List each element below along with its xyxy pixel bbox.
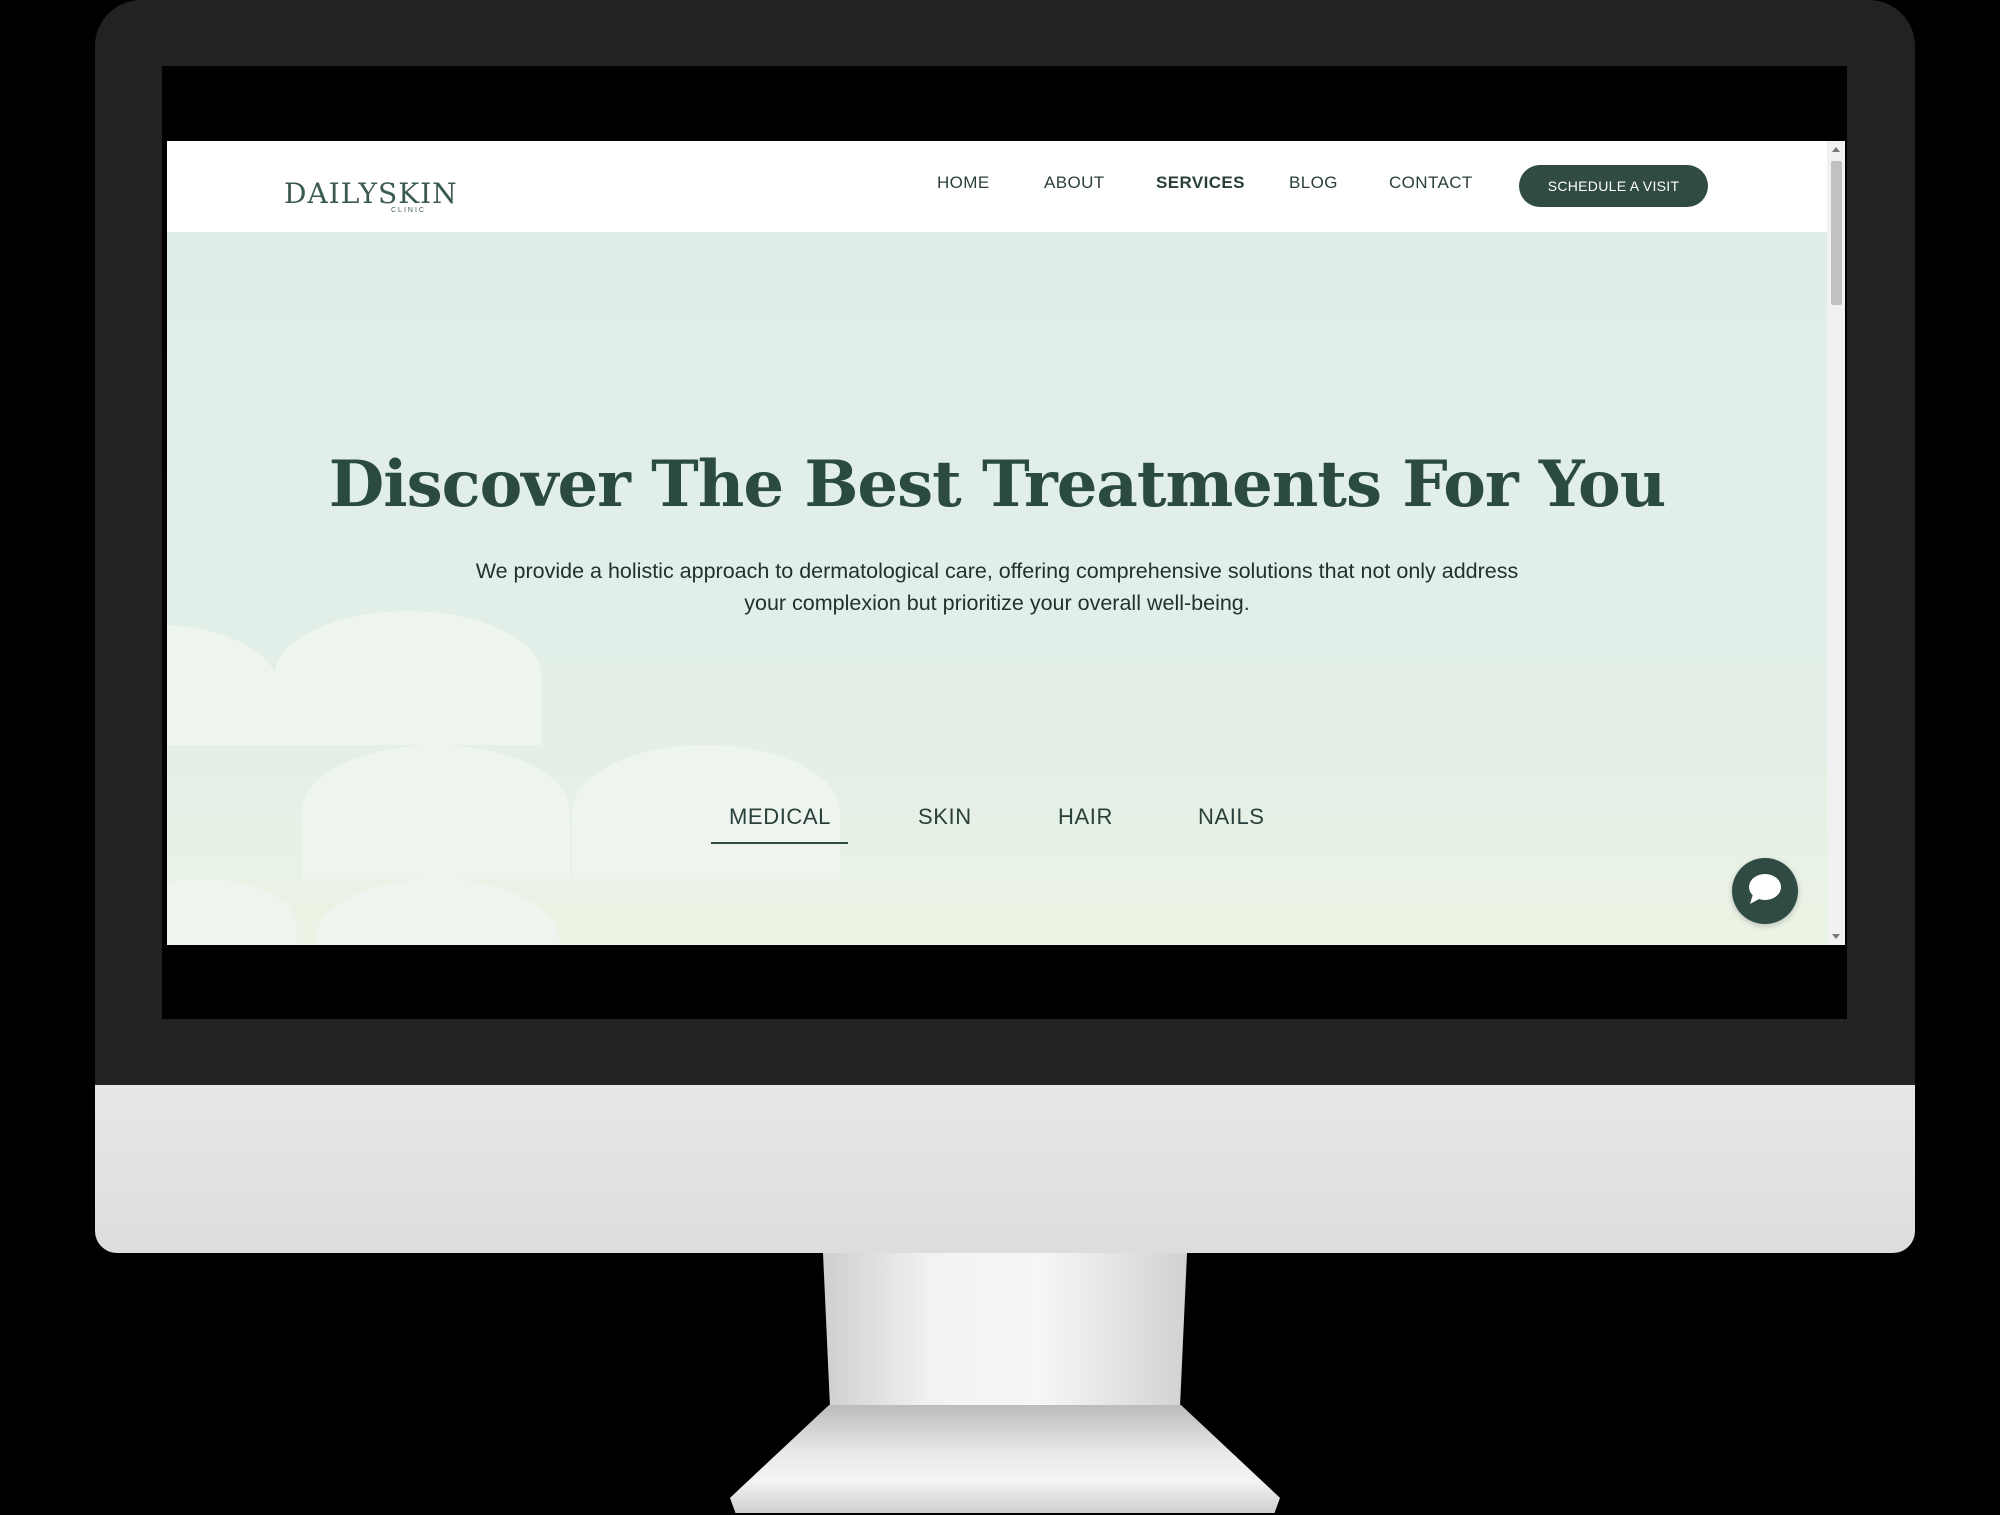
- logo-wordmark: DAILYSKIN: [284, 177, 458, 210]
- tab-skin[interactable]: SKIN: [918, 804, 972, 830]
- logo-tagline: CLINIC: [391, 207, 426, 214]
- nav-contact[interactable]: CONTACT: [1389, 173, 1473, 193]
- decorative-arch: [274, 611, 542, 745]
- nav-blog[interactable]: BLOG: [1289, 173, 1338, 193]
- speech-bubble-icon: [1746, 871, 1784, 912]
- tab-nails[interactable]: NAILS: [1198, 804, 1265, 830]
- nav-home[interactable]: HOME: [937, 173, 990, 193]
- site-header: DAILYSKIN CLINIC HOME ABOUT SERVICES BLO…: [167, 141, 1827, 232]
- decorative-arch: [167, 625, 277, 745]
- scroll-up-icon[interactable]: [1832, 147, 1840, 152]
- scroll-down-icon[interactable]: [1832, 934, 1840, 939]
- tab-medical[interactable]: MEDICAL: [729, 804, 831, 830]
- hero-title: Discover The Best Treatments For You: [328, 447, 1667, 522]
- monitor-stand-foot: [730, 1405, 1280, 1513]
- active-tab-indicator: [711, 842, 848, 844]
- hero-subtitle: We provide a holistic approach to dermat…: [475, 559, 1519, 615]
- decorative-arch: [302, 745, 570, 879]
- hero-section: Discover The Best Treatments For You We …: [167, 232, 1827, 945]
- vertical-scrollbar[interactable]: [1827, 141, 1845, 945]
- monitor-chin: [95, 1085, 1915, 1253]
- scroll-thumb[interactable]: [1831, 161, 1842, 305]
- nav-services[interactable]: SERVICES: [1156, 173, 1245, 193]
- decorative-arch: [167, 879, 297, 945]
- browser-viewport: DAILYSKIN CLINIC HOME ABOUT SERVICES BLO…: [167, 141, 1845, 945]
- tab-hair[interactable]: HAIR: [1058, 804, 1113, 830]
- schedule-visit-button[interactable]: SCHEDULE A VISIT: [1519, 165, 1708, 207]
- monitor-screen: DAILYSKIN CLINIC HOME ABOUT SERVICES BLO…: [162, 66, 1847, 1019]
- monitor-stand-neck: [823, 1253, 1187, 1413]
- chat-button[interactable]: [1732, 858, 1798, 924]
- decorative-arch: [315, 879, 559, 945]
- site-logo[interactable]: DAILYSKIN CLINIC: [284, 167, 457, 225]
- nav-about[interactable]: ABOUT: [1044, 173, 1105, 193]
